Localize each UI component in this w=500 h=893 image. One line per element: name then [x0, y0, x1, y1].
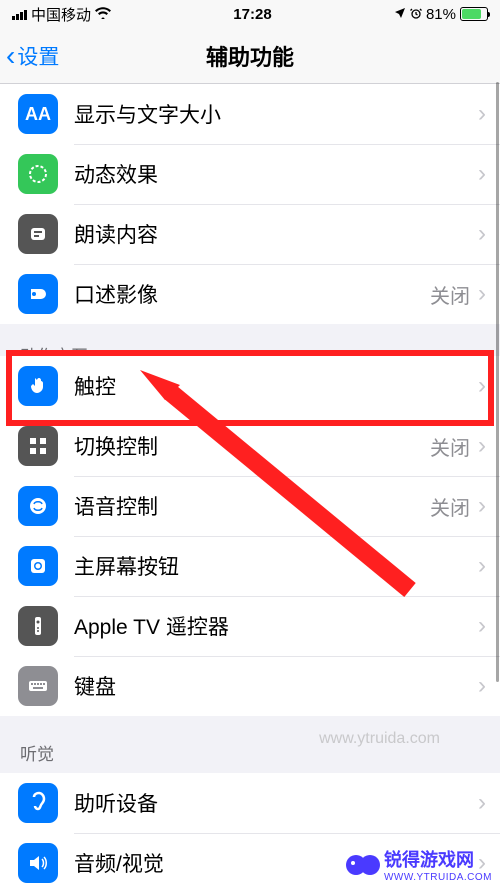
row-label: 助听设备 [74, 788, 478, 818]
voice-control-icon [18, 486, 58, 526]
battery-percent: 81% [426, 6, 456, 23]
row-label: 切换控制 [74, 431, 430, 461]
status-bar: 中国移动 17:28 81% [0, 0, 500, 28]
row-label: 键盘 [74, 671, 478, 701]
status-left: 中国移动 [12, 4, 111, 25]
home-button-icon [18, 546, 58, 586]
row-label: 动态效果 [74, 159, 478, 189]
row-motion[interactable]: 动态效果 › [0, 144, 500, 204]
row-apple-tv-remote[interactable]: Apple TV 遥控器 › [0, 596, 500, 656]
nav-bar: ‹ 设置 辅助功能 [0, 28, 500, 84]
row-value: 关闭 [430, 432, 470, 461]
battery-icon [460, 7, 488, 21]
brand-url: WWW.YTRUIDA.COM [384, 872, 492, 883]
audio-visual-icon [18, 843, 58, 883]
interaction-header: 动作交互 [0, 324, 500, 356]
chevron-right-icon: › [478, 552, 486, 580]
row-home-button[interactable]: 主屏幕按钮 › [0, 536, 500, 596]
chevron-right-icon: › [478, 280, 486, 308]
interaction-group: 触控 › 切换控制 关闭 › 语音控制 关闭 › 主屏幕按钮 › [0, 356, 500, 716]
text-size-icon: AA [18, 94, 58, 134]
alarm-icon [410, 6, 422, 23]
row-label: 触控 [74, 371, 478, 401]
vision-group: AA 显示与文字大小 › 动态效果 › 朗读内容 › 口述影像 关闭 › [0, 84, 500, 324]
brand-name: 锐得游戏网 [384, 850, 474, 870]
hearing-header: 听觉 [0, 716, 500, 773]
row-label: Apple TV 遥控器 [74, 611, 478, 641]
chevron-left-icon: ‹ [6, 40, 15, 72]
settings-list: AA 显示与文字大小 › 动态效果 › 朗读内容 › 口述影像 关闭 › [0, 84, 500, 893]
chevron-right-icon: › [478, 432, 486, 460]
touch-icon [18, 366, 58, 406]
row-hearing-devices[interactable]: 助听设备 › [0, 773, 500, 833]
signal-icon [12, 8, 27, 20]
row-display-text-size[interactable]: AA 显示与文字大小 › [0, 84, 500, 144]
chevron-right-icon: › [478, 789, 486, 817]
location-icon [394, 6, 406, 23]
row-value: 关闭 [430, 280, 470, 309]
gamepad-icon [346, 853, 380, 877]
row-switch-control[interactable]: 切换控制 关闭 › [0, 416, 500, 476]
chevron-right-icon: › [478, 612, 486, 640]
page-title: 辅助功能 [206, 40, 294, 72]
chevron-right-icon: › [478, 160, 486, 188]
row-label: 朗读内容 [74, 219, 478, 249]
row-label: 显示与文字大小 [74, 99, 478, 129]
carrier-label: 中国移动 [31, 4, 91, 25]
row-label: 语音控制 [74, 491, 430, 521]
row-spoken-content[interactable]: 朗读内容 › [0, 204, 500, 264]
status-time: 17:28 [233, 6, 271, 23]
row-label: 口述影像 [74, 279, 430, 309]
chevron-right-icon: › [478, 672, 486, 700]
footer-brand: 锐得游戏网 WWW.YTRUIDA.COM [346, 846, 492, 883]
row-audio-descriptions[interactable]: 口述影像 关闭 › [0, 264, 500, 324]
keyboard-icon [18, 666, 58, 706]
chevron-right-icon: › [478, 100, 486, 128]
row-voice-control[interactable]: 语音控制 关闭 › [0, 476, 500, 536]
switch-control-icon [18, 426, 58, 466]
remote-icon [18, 606, 58, 646]
wifi-icon [95, 6, 111, 22]
row-touch[interactable]: 触控 › [0, 356, 500, 416]
row-keyboards[interactable]: 键盘 › [0, 656, 500, 716]
ear-icon [18, 783, 58, 823]
row-value: 关闭 [430, 492, 470, 521]
chevron-right-icon: › [478, 220, 486, 248]
back-label: 设置 [17, 41, 59, 71]
row-label: 主屏幕按钮 [74, 551, 478, 581]
audio-desc-icon [18, 274, 58, 314]
scrollbar[interactable] [496, 82, 499, 682]
motion-icon [18, 154, 58, 194]
chevron-right-icon: › [478, 372, 486, 400]
speech-icon [18, 214, 58, 254]
status-right: 81% [394, 6, 488, 23]
back-button[interactable]: ‹ 设置 [0, 40, 59, 72]
chevron-right-icon: › [478, 492, 486, 520]
